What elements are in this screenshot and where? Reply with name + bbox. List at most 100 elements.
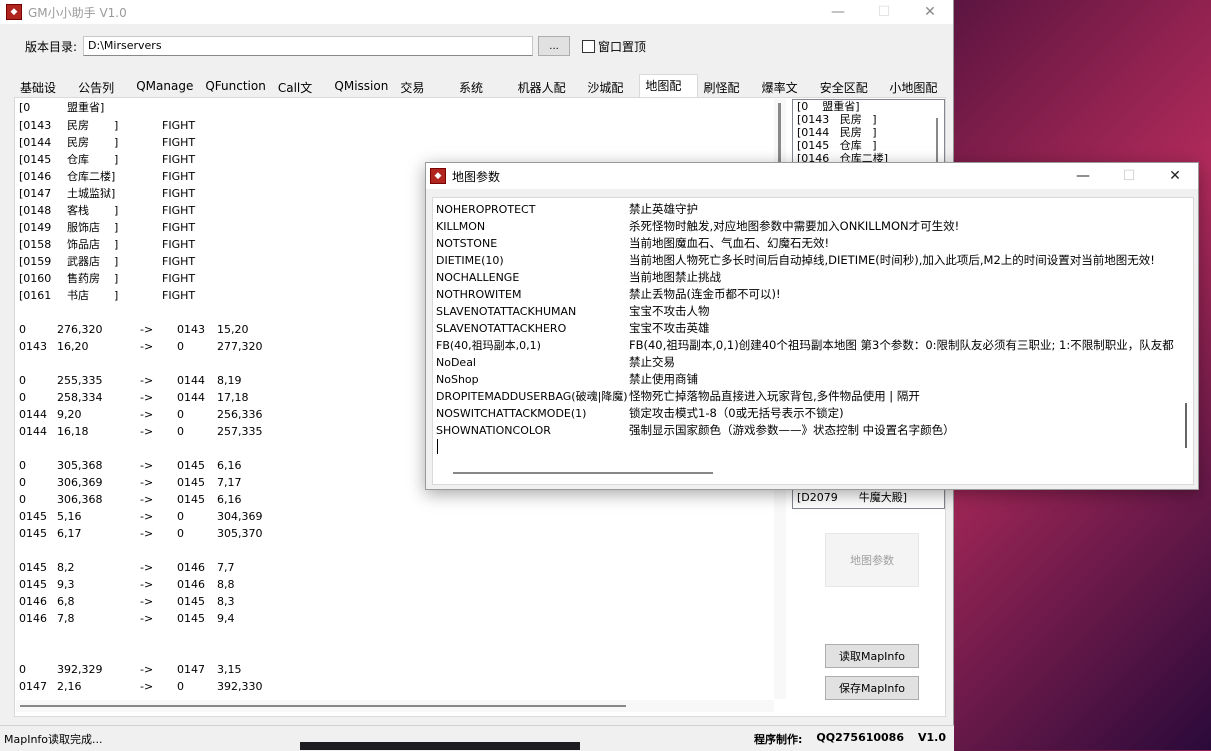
- connection-line: 0145 9,3 -> 0146 8,8: [19, 576, 419, 593]
- param-desc: 当前地图禁止挑战: [629, 270, 721, 284]
- connection-cell: 0143: [177, 323, 205, 336]
- connection-cell: 0: [177, 408, 184, 421]
- map-line-cell: [0148: [19, 204, 52, 217]
- read-mapinfo-button[interactable]: 读取MapInfo: [825, 644, 919, 668]
- map-line: [0158 饰品店] FIGHT: [19, 236, 419, 253]
- param-row: NOTSTONE 当前地图魔血石、气血石、幻魔石无效!: [436, 235, 1193, 252]
- map-line-cell: 饰品店: [67, 238, 100, 251]
- map-list-item[interactable]: [0143 民房 ]: [793, 113, 944, 126]
- map-params-button[interactable]: 地图参数: [825, 533, 919, 587]
- map-line-cell: [0149: [19, 221, 52, 234]
- map-line-cell: 客栈: [67, 204, 89, 217]
- connection-cell: 0146: [177, 578, 205, 591]
- map-line-cell: 售药房: [67, 272, 100, 285]
- connection-cell: ->: [140, 663, 154, 676]
- connection-cell: 0146: [177, 561, 205, 574]
- map-line-cell: [0147: [19, 187, 52, 200]
- map-list-scrollbar[interactable]: [936, 118, 938, 168]
- param-row: FB(40,祖玛副本,0,1) FB(40,祖玛副本,0,1)创建40个祖玛副本地…: [436, 337, 1193, 354]
- connection-cell: 7,17: [217, 476, 242, 489]
- param-desc: 强制显示国家颜色（游戏参数——》状态控制 中设置名字颜色）: [629, 423, 955, 437]
- connection-cell: ->: [140, 680, 154, 693]
- dialog-minimize-icon[interactable]: —: [1060, 163, 1106, 189]
- dialog-params-text[interactable]: NOHEROPROTECT 禁止英雄守护 KILLMON 杀死怪物时触发,对应地图参数…: [432, 197, 1194, 485]
- save-mapinfo-button[interactable]: 保存MapInfo: [825, 676, 919, 700]
- connection-cell: 0145: [177, 476, 205, 489]
- connection-line: 0144 9,20 -> 0 256,336: [19, 406, 419, 423]
- param-row: DROPITEMADDUSERBAG(破魂|降魔) 怪物死亡掉落物品直接进入玩家背…: [436, 388, 1193, 405]
- connection-cell: 0144: [177, 374, 205, 387]
- map-line: [0159 武器店] FIGHT: [19, 253, 419, 270]
- connection-cell: 304,369: [217, 510, 263, 523]
- map-line: [0144 民房] FIGHT: [19, 134, 419, 151]
- connection-cell: ->: [140, 459, 154, 472]
- map-line-cell: [0145: [19, 153, 52, 166]
- dialog-title-bar: ◆ 地图参数 — ☐ ✕: [426, 163, 1198, 189]
- param-row: KILLMON 杀死怪物时触发,对应地图参数中需要加入ONKILLMON才可生效!: [436, 218, 1193, 235]
- map-line-cell: 服饰店: [67, 221, 100, 234]
- connection-line: 0147 2,16 -> 0 392,330: [19, 678, 419, 695]
- dir-input[interactable]: D:\Mirservers: [83, 36, 534, 56]
- map-line: [0147 土城监狱] FIGHT: [19, 185, 419, 202]
- map-line-cell: ]: [114, 272, 119, 285]
- connection-cell: 0143: [19, 340, 47, 353]
- connection-cell: 0: [19, 391, 26, 404]
- connection-line: 0 392,329 -> 0147 3,15: [19, 661, 419, 678]
- connection-cell: 258,334: [57, 391, 103, 404]
- connection-line: 0 255,335 -> 0144 8,19: [19, 372, 419, 389]
- dialog-hscroll[interactable]: [453, 472, 713, 474]
- dialog-maximize-icon: ☐: [1122, 168, 1136, 184]
- map-line-cell: FIGHT: [162, 238, 196, 251]
- map-list-item[interactable]: [D2079 牛魔大殿]: [793, 491, 907, 504]
- map-line-cell: ]: [114, 255, 119, 268]
- editor-hscroll[interactable]: [16, 700, 774, 712]
- map-list-item[interactable]: [0144 民房 ]: [793, 126, 944, 139]
- map-line-cell: FIGHT: [162, 119, 196, 132]
- connection-cell: 6,16: [217, 493, 242, 506]
- map-line-cell: ]: [114, 238, 119, 251]
- map-line: [0149 服饰店] FIGHT: [19, 219, 419, 236]
- connection-cell: ->: [140, 595, 154, 608]
- param-desc: 锁定攻击模式1-8（0或无括号表示不锁定): [629, 406, 844, 420]
- param-key: DROPITEMADDUSERBAG(破魂|降魔): [436, 390, 628, 403]
- browse-button[interactable]: ...: [538, 36, 571, 56]
- connection-line: 0146 7,8 -> 0145 9,4: [19, 610, 419, 627]
- map-line-cell: FIGHT: [162, 187, 196, 200]
- connection-cell: 9,3: [57, 578, 75, 591]
- param-key: DIETIME(10): [436, 254, 504, 267]
- connection-cell: ->: [140, 425, 154, 438]
- map-line-cell: FIGHT: [162, 272, 196, 285]
- connection-cell: 5,16: [57, 510, 82, 523]
- connection-cell: 0144: [19, 425, 47, 438]
- map-list-item[interactable]: [0145 仓库 ]: [793, 139, 944, 152]
- connection-cell: 0146: [19, 612, 47, 625]
- topmost-checkbox[interactable]: 窗口置顶: [582, 38, 646, 55]
- connection-cell: 8,3: [217, 595, 235, 608]
- map-line: [0146 仓库二楼] FIGHT: [19, 168, 419, 185]
- map-line-cell: FIGHT: [162, 204, 196, 217]
- connection-cell: 0: [177, 680, 184, 693]
- connection-cell: ->: [140, 612, 154, 625]
- connection-cell: 0145: [177, 459, 205, 472]
- connection-cell: 257,335: [217, 425, 263, 438]
- map-line-cell: 民房: [67, 119, 89, 132]
- param-row: NoShop 禁止使用商铺: [436, 371, 1193, 388]
- connection-line: 0144 16,18 -> 0 257,335: [19, 423, 419, 440]
- minimize-icon[interactable]: —: [815, 0, 861, 24]
- map-line-cell: FIGHT: [162, 136, 196, 149]
- connection-cell: 0: [177, 527, 184, 540]
- checkbox-box[interactable]: [582, 39, 596, 53]
- map-line: [0145 仓库] FIGHT: [19, 151, 419, 168]
- param-desc: 当前地图人物死亡多长时间后自动掉线,DIETIME(时间秒),加入此项后,M2上…: [629, 253, 1155, 267]
- param-row: NOSWITCHATTACKMODE(1) 锁定攻击模式1-8（0或无括号表示不锁…: [436, 405, 1193, 422]
- connection-cell: ->: [140, 391, 154, 404]
- dialog-close-icon[interactable]: ✕: [1152, 163, 1198, 189]
- map-list-item[interactable]: [0 盟重省]: [793, 100, 944, 113]
- map-line-cell: 武器店: [67, 255, 100, 268]
- connection-cell: 17,18: [217, 391, 249, 404]
- param-key: KILLMON: [436, 220, 486, 233]
- taskbar-fragment: [300, 742, 580, 750]
- connection-cell: 0: [19, 663, 26, 676]
- connection-cell: 0145: [19, 527, 47, 540]
- close-icon[interactable]: ✕: [907, 0, 953, 24]
